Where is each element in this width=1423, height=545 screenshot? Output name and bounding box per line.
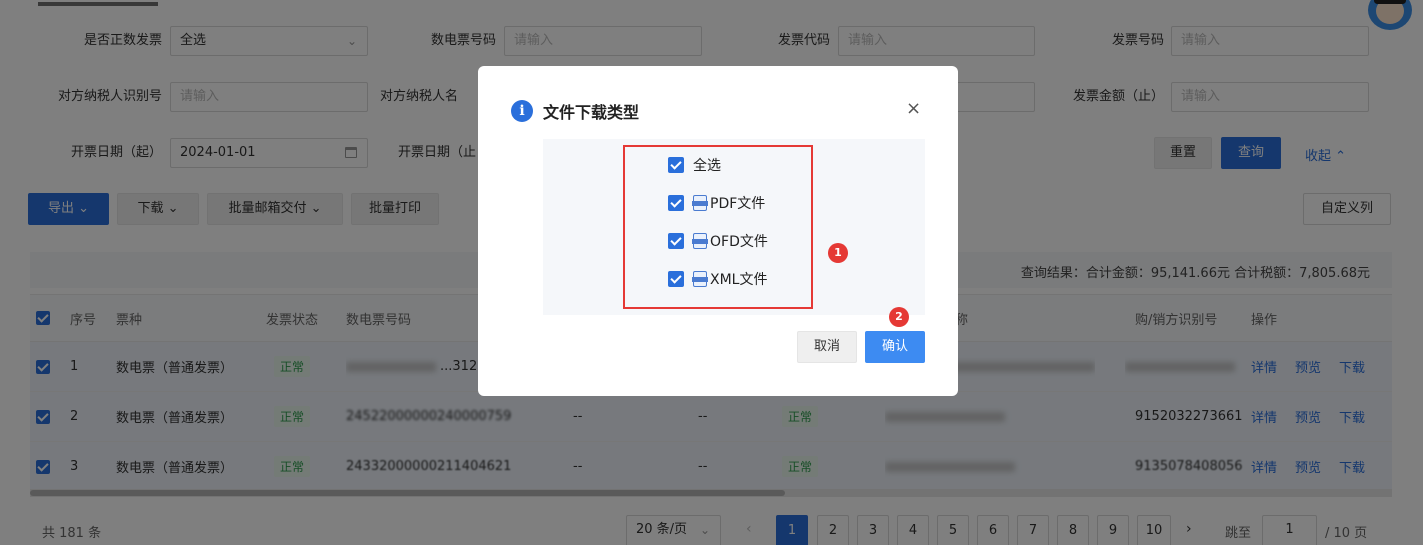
option-label: XML文件 <box>710 272 768 288</box>
cancel-button[interactable]: 取消 <box>797 331 857 363</box>
xml-file-icon <box>692 271 708 287</box>
checkbox-xml[interactable] <box>668 271 684 287</box>
option-select-all[interactable]: 全选 <box>668 155 721 175</box>
info-icon: i <box>511 100 533 122</box>
dialog-title: 文件下载类型 <box>543 103 640 122</box>
option-xml[interactable]: XML文件 <box>668 269 767 289</box>
annotation-badge-2: 2 <box>889 307 909 327</box>
close-icon[interactable]: × <box>906 98 921 119</box>
annotation-badge-1: 1 <box>828 243 848 263</box>
confirm-button[interactable]: 确认 <box>865 331 925 363</box>
option-label: PDF文件 <box>710 196 766 212</box>
option-ofd[interactable]: OFD文件 <box>668 231 768 251</box>
pdf-file-icon <box>692 195 708 211</box>
checkbox-pdf[interactable] <box>668 195 684 211</box>
download-type-dialog: i 文件下载类型 × 全选 PDF文件 OFD文件 XML文件 1 2 取消 确… <box>478 66 958 396</box>
option-label: OFD文件 <box>710 234 768 250</box>
ofd-file-icon <box>692 233 708 249</box>
checkbox-ofd[interactable] <box>668 233 684 249</box>
option-label: 全选 <box>693 158 721 174</box>
checkbox-select-all[interactable] <box>668 157 684 173</box>
option-pdf[interactable]: PDF文件 <box>668 193 765 213</box>
